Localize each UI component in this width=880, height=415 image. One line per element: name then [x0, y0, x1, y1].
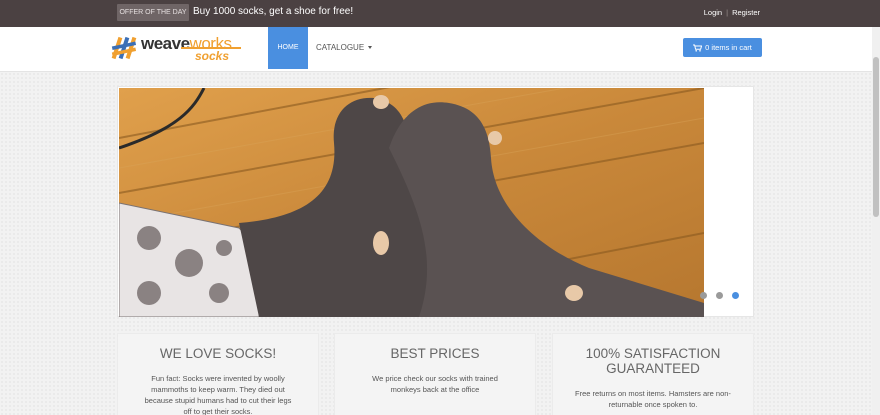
- shopping-cart-icon: [693, 44, 703, 52]
- socks-photo: [119, 88, 704, 317]
- logo-weave: weave: [141, 34, 190, 53]
- offer-of-the-day-badge[interactable]: OFFER OF THE DAY: [117, 4, 189, 21]
- main-navbar: weaveworks socks HOME CATALOGUE 0 items …: [0, 27, 880, 72]
- logo-mark-icon: [111, 36, 137, 60]
- feature-text: We price check our socks with trained mo…: [372, 374, 498, 394]
- top-bar: OFFER OF THE DAY Buy 1000 socks, get a s…: [0, 0, 880, 27]
- scrollbar-thumb[interactable]: [873, 57, 879, 217]
- weaveworks-socks-logo[interactable]: weaveworks socks: [111, 34, 251, 64]
- carousel-indicator-2[interactable]: [716, 292, 723, 299]
- offer-text: Buy 1000 socks, get a shoe for free!: [193, 6, 354, 17]
- carousel-indicator-1[interactable]: [700, 292, 707, 299]
- register-link[interactable]: Register: [732, 8, 760, 17]
- nav-home[interactable]: HOME: [268, 27, 308, 69]
- page-scrollbar[interactable]: [872, 27, 880, 415]
- feature-box-love-socks: WE LOVE SOCKS! Fun fact: Socks were inve…: [117, 333, 319, 415]
- cart-button[interactable]: 0 items in cart: [683, 38, 762, 57]
- feature-text: Free returns on most items. Hamsters are…: [575, 389, 731, 409]
- feature-box-satisfaction: 100% SATISFACTION GUARANTEED Free return…: [552, 333, 754, 415]
- feature-title: 100% SATISFACTION GUARANTEED: [585, 346, 721, 376]
- cart-label: 0 items in cart: [705, 43, 752, 52]
- hero-carousel[interactable]: [117, 86, 754, 317]
- feature-title: BEST PRICES: [390, 346, 480, 361]
- link-separator: |: [726, 8, 729, 17]
- feature-title: WE LOVE SOCKS!: [159, 346, 277, 361]
- nav-catalogue-label: CATALOGUE: [316, 43, 365, 52]
- feature-text: Fun fact: Socks were invented by woolly …: [144, 374, 292, 415]
- feature-box-best-prices: BEST PRICES We price check our socks wit…: [334, 333, 536, 415]
- login-link[interactable]: Login: [704, 8, 722, 17]
- carousel-slide-image: [119, 88, 704, 317]
- carousel-indicator-3[interactable]: [732, 292, 739, 299]
- logo-socks: socks: [195, 49, 230, 63]
- nav-catalogue-dropdown[interactable]: CATALOGUE: [316, 42, 373, 54]
- account-links: Login | Register: [704, 7, 760, 19]
- chevron-down-icon: [368, 46, 373, 50]
